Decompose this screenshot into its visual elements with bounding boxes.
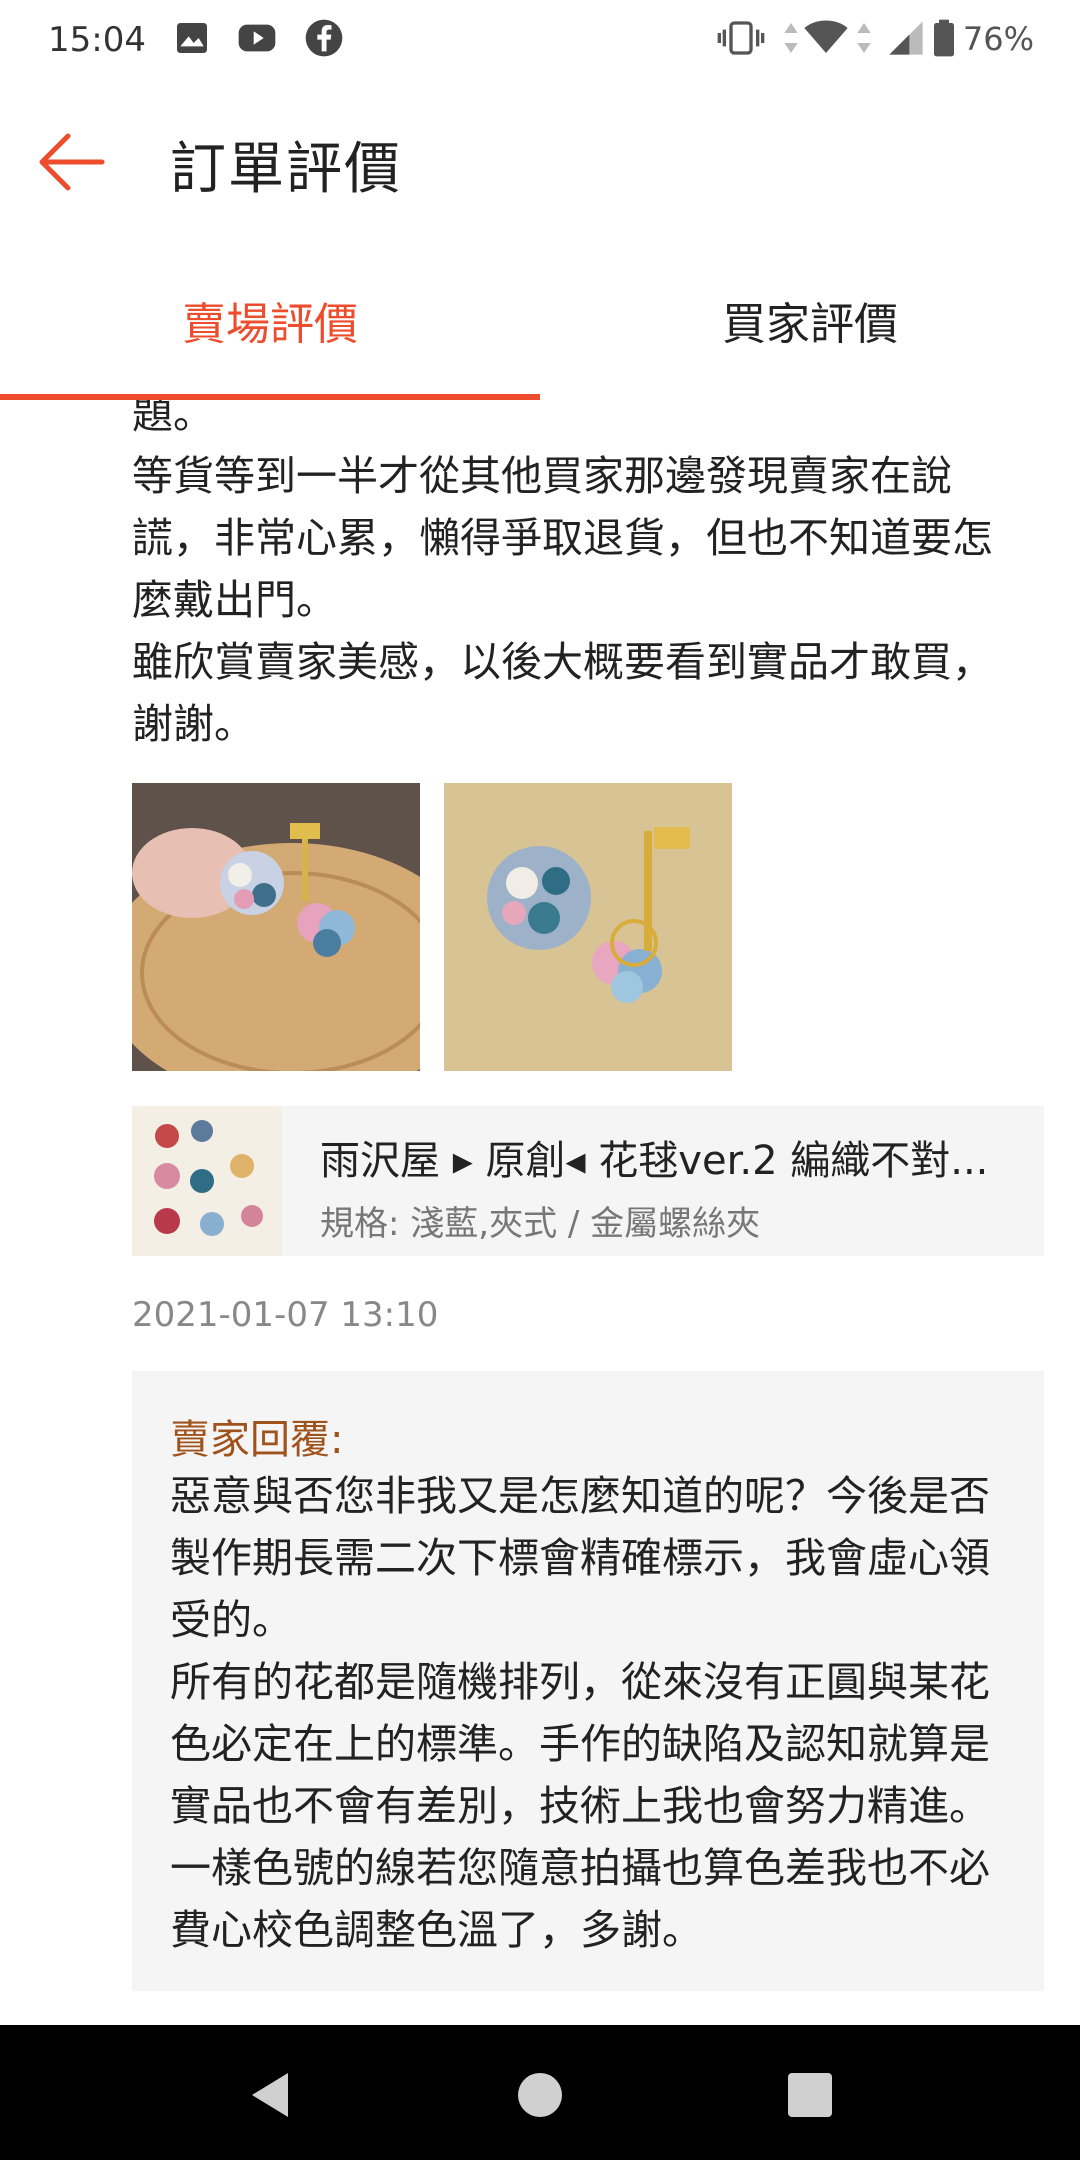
battery-percent: 76% [962, 20, 1034, 58]
review-date: 2021-01-07 13:10 [132, 1295, 439, 1335]
home-circle-icon [518, 2073, 562, 2117]
system-nav-bar [0, 2025, 1080, 2160]
review-content[interactable]: 題。 等貨等到一半才從其他買家那邊發現賣家在說謊，非常心累，懶得爭取退貨，但也不… [0, 400, 1080, 2025]
back-arrow-icon [39, 133, 105, 191]
tab-bar: 賣場評價 買家評價 [0, 240, 1080, 400]
status-bar: 15:04 76% [0, 0, 1080, 84]
back-triangle-icon [252, 2073, 288, 2117]
page-title: 訂單評價 [170, 137, 402, 202]
youtube-icon [238, 24, 276, 52]
review-photo[interactable] [444, 783, 732, 1071]
product-thumbnail-image [132, 1106, 282, 1256]
tab-label: 買家評價 [722, 299, 898, 350]
battery-icon [934, 19, 954, 57]
seller-reply-text: 惡意與否您非我又是怎麼知道的呢？今後是否製作期長需二次下標會精確標示，我會虛心領… [170, 1472, 990, 1954]
product-row[interactable]: 雨沢屋 ▸ 原創◂ 花毬ver.2 編織不對... 規格: 淺藍,夾式 / 金屬… [132, 1106, 1044, 1256]
product-variant: 規格: 淺藍,夾式 / 金屬螺絲夾 [320, 1204, 761, 1244]
wifi-arrows-icon [857, 23, 871, 53]
earring-photo-image [444, 783, 732, 1071]
earring-photo-image [132, 783, 420, 1071]
tab-label: 賣場評價 [182, 299, 358, 350]
tab-store-reviews[interactable]: 賣場評價 [0, 240, 540, 400]
wifi-icon [804, 20, 848, 53]
signal-icon [889, 21, 923, 55]
review-text: 題。 等貨等到一半才從其他買家那邊發現賣家在說謊，非常心累，懶得爭取退貨，但也不… [132, 400, 993, 748]
review-photo[interactable] [132, 783, 420, 1071]
seller-reply-box: 賣家回覆: 惡意與否您非我又是怎麼知道的呢？今後是否製作期長需二次下標會精確標示… [132, 1371, 1044, 1991]
vibrate-icon [717, 21, 765, 55]
nav-home-button[interactable] [500, 2055, 580, 2135]
tab-buyer-reviews[interactable]: 買家評價 [540, 240, 1080, 400]
nav-recents-button[interactable] [770, 2055, 850, 2135]
facebook-icon [305, 19, 343, 57]
nav-back-button[interactable] [230, 2055, 310, 2135]
product-thumbnail [132, 1106, 282, 1256]
seller-reply-label: 賣家回覆: [170, 1417, 344, 1463]
image-icon [177, 23, 207, 53]
status-time: 15:04 [48, 20, 146, 60]
back-button[interactable] [30, 126, 120, 198]
product-name: 雨沢屋 ▸ 原創◂ 花毬ver.2 編織不對... [320, 1138, 989, 1184]
recents-square-icon [788, 2073, 832, 2117]
app-bar: 訂單評價 [0, 84, 1080, 240]
